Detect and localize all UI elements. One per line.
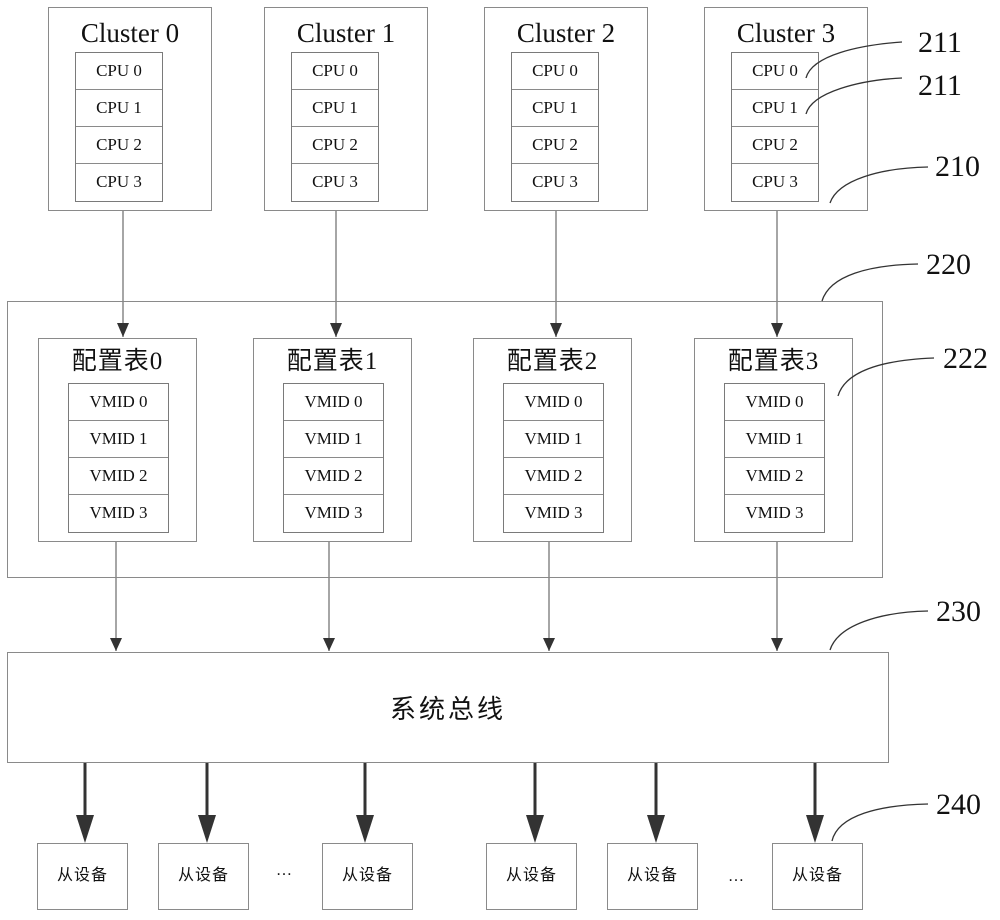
- slave-ellipsis: …: [276, 862, 292, 879]
- vmid-row: VMID 0: [284, 384, 383, 421]
- ref-label-210: 210: [935, 150, 980, 183]
- ref-label-211-cpu1: 211: [918, 69, 962, 102]
- vmid-row: VMID 3: [89, 503, 148, 522]
- cpu-table: CPU 0 CPU 1 CPU 2 CPU 3: [291, 52, 379, 202]
- vmid-row: VMID 1: [69, 421, 168, 458]
- cpu-row: CPU 2: [76, 127, 162, 164]
- cpu-row: CPU 0: [76, 53, 162, 90]
- ref-label-240: 240: [936, 788, 981, 821]
- arrowhead-icon: [771, 638, 783, 651]
- cpu-row: CPU 3: [96, 172, 142, 191]
- cpu-row: CPU 3: [532, 172, 578, 191]
- arrowhead-icon: [356, 815, 374, 843]
- vmid-row: VMID 2: [504, 458, 603, 495]
- cluster-3: Cluster 3 CPU 0 CPU 1 CPU 2 CPU 3: [704, 7, 868, 211]
- slave-device: 从设备: [772, 843, 863, 910]
- slave-ellipsis: …: [728, 868, 744, 885]
- ref-label-220: 220: [926, 248, 971, 281]
- cpu-row: CPU 3: [752, 172, 798, 191]
- bus-to-slave-arrows: [76, 763, 824, 843]
- cluster-1: Cluster 1 CPU 0 CPU 1 CPU 2 CPU 3: [264, 7, 428, 211]
- vmid-table: VMID 0 VMID 1 VMID 2 VMID 3: [68, 383, 169, 533]
- ref-label-211-cpu0: 211: [918, 26, 962, 59]
- arrowhead-icon: [543, 638, 555, 651]
- cpu-row: CPU 2: [292, 127, 378, 164]
- leader-line-230: [829, 610, 929, 651]
- vmid-table: VMID 0 VMID 1 VMID 2 VMID 3: [724, 383, 825, 533]
- slave-device: 从设备: [607, 843, 698, 910]
- system-bus-label: 系统总线: [389, 695, 506, 724]
- config-table-3: 配置表3 VMID 0 VMID 1 VMID 2 VMID 3: [694, 338, 853, 542]
- cpu-row: CPU 0: [292, 53, 378, 90]
- cluster-title: Cluster 3: [736, 18, 836, 48]
- vmid-row: VMID 0: [69, 384, 168, 421]
- vmid-row: VMID 3: [745, 503, 804, 522]
- config-table-title: 配置表3: [727, 348, 820, 375]
- cluster-title: Cluster 2: [516, 18, 616, 48]
- vmid-row: VMID 1: [504, 421, 603, 458]
- cluster-0: Cluster 0 CPU 0 CPU 1 CPU 2 CPU 3: [48, 7, 212, 211]
- vmid-row: VMID 1: [284, 421, 383, 458]
- vmid-row: VMID 2: [69, 458, 168, 495]
- arrowhead-icon: [110, 638, 122, 651]
- cpu-row: CPU 0: [512, 53, 598, 90]
- vmid-table: VMID 0 VMID 1 VMID 2 VMID 3: [503, 383, 604, 533]
- leader-line-220: [821, 263, 919, 302]
- arrowhead-icon: [198, 815, 216, 843]
- cluster-2: Cluster 2 CPU 0 CPU 1 CPU 2 CPU 3: [484, 7, 648, 211]
- vmid-row: VMID 2: [284, 458, 383, 495]
- cluster-title: Cluster 1: [296, 18, 396, 48]
- vmid-row: VMID 0: [504, 384, 603, 421]
- cpu-row: CPU 3: [312, 172, 358, 191]
- vmid-row: VMID 0: [725, 384, 824, 421]
- ref-label-230: 230: [936, 595, 981, 628]
- config-table-title: 配置表0: [71, 348, 164, 375]
- cpu-row: CPU 0: [732, 53, 818, 90]
- vmid-row: VMID 3: [304, 503, 363, 522]
- arrowhead-icon: [526, 815, 544, 843]
- slave-device: 从设备: [322, 843, 413, 910]
- arrowhead-icon: [76, 815, 94, 843]
- slave-device: 从设备: [158, 843, 249, 910]
- config-table-1: 配置表1 VMID 0 VMID 1 VMID 2 VMID 3: [253, 338, 412, 542]
- cpu-row: CPU 1: [732, 90, 818, 127]
- vmid-row: VMID 3: [524, 503, 583, 522]
- cluster-title: Cluster 0: [80, 18, 180, 48]
- cpu-row: CPU 1: [76, 90, 162, 127]
- slave-device: 从设备: [486, 843, 577, 910]
- cpu-table: CPU 0 CPU 1 CPU 2 CPU 3: [511, 52, 599, 202]
- config-table-title: 配置表2: [506, 348, 599, 375]
- cpu-row: CPU 2: [732, 127, 818, 164]
- config-table-0: 配置表0 VMID 0 VMID 1 VMID 2 VMID 3: [38, 338, 197, 542]
- leader-line-240: [831, 803, 929, 842]
- vmid-row: VMID 1: [725, 421, 824, 458]
- vmid-table: VMID 0 VMID 1 VMID 2 VMID 3: [283, 383, 384, 533]
- config-table-title: 配置表1: [286, 348, 379, 375]
- cpu-table: CPU 0 CPU 1 CPU 2 CPU 3: [731, 52, 819, 202]
- arrowhead-icon: [647, 815, 665, 843]
- vmid-row: VMID 2: [725, 458, 824, 495]
- cpu-table: CPU 0 CPU 1 CPU 2 CPU 3: [75, 52, 163, 202]
- cpu-row: CPU 1: [292, 90, 378, 127]
- arrowhead-icon: [323, 638, 335, 651]
- cpu-row: CPU 1: [512, 90, 598, 127]
- cpu-row: CPU 2: [512, 127, 598, 164]
- arrowhead-icon: [806, 815, 824, 843]
- ref-label-222: 222: [943, 342, 988, 375]
- system-bus: 系统总线: [7, 652, 889, 763]
- slave-device: 从设备: [37, 843, 128, 910]
- config-table-2: 配置表2 VMID 0 VMID 1 VMID 2 VMID 3: [473, 338, 632, 542]
